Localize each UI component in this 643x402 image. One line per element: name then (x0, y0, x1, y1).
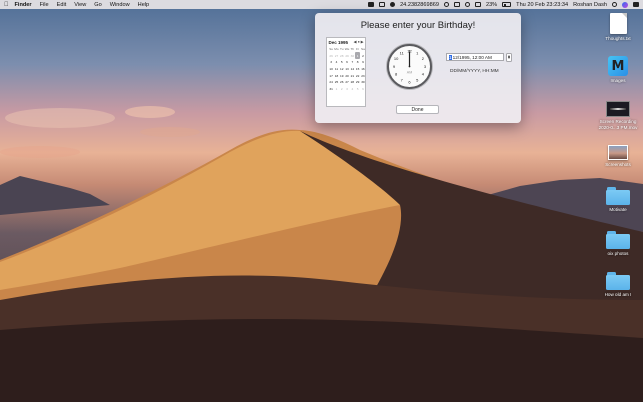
calendar-day[interactable]: 2 (360, 52, 365, 59)
calendar-prev-icon[interactable]: ◀ (354, 40, 357, 44)
video-file-icon (606, 101, 630, 117)
volume-icon[interactable] (474, 2, 481, 7)
calendar-day[interactable]: 16 (360, 66, 365, 73)
calendar-day[interactable]: 6 (360, 86, 365, 93)
notification-center-icon[interactable] (633, 2, 639, 7)
datetime-field-value: 12/1995, 12:00 AM (452, 54, 492, 60)
desktop-icon-label: How old am I (604, 292, 632, 297)
stepper-down-icon[interactable] (508, 57, 511, 60)
desktop-icon-oix-photos[interactable]: oix photos (593, 231, 643, 257)
apple-logo-icon[interactable]:  (4, 2, 9, 8)
format-hint: DD/MM/YYYY, HH:MM (450, 69, 499, 74)
desktop-icon-screen-recording[interactable]: Screen Recording 2020-0...3 PM.mov (593, 101, 643, 130)
sync-icon[interactable] (379, 2, 386, 7)
siri-icon[interactable] (622, 1, 628, 8)
dialog-title: Please enter your Birthday! (360, 20, 476, 31)
clock-numeral: 4 (422, 72, 425, 77)
desktop-icon-thoughts[interactable]: Thoughts.txt (593, 13, 643, 42)
battery-percent[interactable]: 23% (486, 2, 497, 8)
wifi-icon[interactable] (464, 2, 470, 7)
clock-period: AM (407, 71, 412, 75)
clock-numeral: 10 (394, 56, 399, 61)
clock-icon[interactable] (443, 2, 449, 7)
menu-app-name[interactable]: Finder (15, 2, 32, 8)
birthday-dialog: Please enter your Birthday! Dec 1995 ◀ ●… (315, 13, 521, 123)
datetime-field-selected: 1 (448, 54, 453, 60)
clock-numeral: 3 (424, 64, 427, 69)
clock-numeral: 1 (416, 50, 419, 55)
clock-numeral: 6 (408, 79, 411, 84)
desktop-icon-images[interactable]: M Images (593, 56, 643, 84)
calendar-month-label: Dec 1995 (328, 39, 349, 45)
menu-edit[interactable]: Edit (57, 2, 67, 8)
bluetooth-icon[interactable] (453, 2, 460, 7)
datetime-stepper[interactable] (506, 52, 512, 62)
clock-numeral: 8 (395, 72, 398, 77)
menu-bar:  Finder File Edit View Go Window Help 2… (0, 0, 643, 9)
menu-user[interactable]: Roshan Dash (573, 2, 607, 8)
battery-icon[interactable] (502, 2, 512, 7)
calendar-day[interactable]: 23 (360, 72, 365, 79)
status-area: 24.2382869869 23% Thu 20 Feb 23:23:34 Ro… (368, 1, 639, 8)
desktop-icon-label: Screenshots (605, 162, 631, 167)
menu-help[interactable]: Help (138, 2, 150, 8)
calendar-today-icon[interactable]: ● (358, 40, 360, 44)
menu-go[interactable]: Go (94, 2, 101, 8)
clock-numeral: 7 (401, 77, 404, 82)
desktop-icon-how-old-am-i[interactable]: How old am I (593, 272, 643, 298)
calendar-picker[interactable]: Dec 1995 ◀ ● ▶ Su Mo Tu We Th Fr Sa 26 27 28 29 30 1… (326, 37, 366, 107)
dropbox-icon[interactable] (390, 2, 396, 7)
folder-icon (606, 187, 630, 205)
clock-numeral: 11 (400, 50, 405, 55)
datetime-field[interactable]: 1 12/1995, 12:00 AM (446, 53, 504, 61)
desktop-icon-label: Thoughts.txt (605, 36, 631, 41)
calendar-day[interactable]: 9 (360, 59, 365, 66)
folder-icon (606, 272, 630, 290)
desktop-icon-label: Motivate (609, 207, 627, 212)
menu-view[interactable]: View (74, 2, 86, 8)
clock-numeral: 2 (422, 56, 425, 61)
analog-clock[interactable]: 123456789101112 AM (387, 44, 432, 89)
desktop-icon-label: Screen Recording 2020-0...3 PM.mov (598, 119, 638, 130)
desktop-icon-label: oix photos (607, 251, 629, 256)
status-number[interactable]: 24.2382869869 (400, 2, 439, 8)
desktop-icon-motivate[interactable]: Motivate (593, 187, 643, 213)
calendar-grid: Su Mo Tu We Th Fr Sa 26 27 28 29 30 1 2 3 4 5 6 7 8 9 10 11 12 1… (327, 45, 365, 93)
calendar-header: Dec 1995 ◀ ● ▶ (327, 38, 365, 45)
menu-file[interactable]: File (40, 2, 49, 8)
desktop-icon-screenshots[interactable]: Screenshots (593, 145, 643, 168)
menu-window[interactable]: Window (110, 2, 130, 8)
menu-datetime[interactable]: Thu 20 Feb 23:23:34 (516, 2, 568, 8)
done-button[interactable]: Done (396, 105, 439, 114)
clock-numeral: 9 (393, 64, 396, 69)
folder-icon (606, 231, 630, 249)
images-app-icon: M (608, 56, 628, 76)
calendar-weekday: Sa (361, 46, 365, 51)
calendar-next-icon[interactable]: ▶ (361, 40, 364, 44)
search-icon[interactable] (612, 2, 617, 7)
clock-numeral: 5 (416, 77, 419, 82)
lock-icon[interactable] (368, 2, 375, 7)
calendar-day[interactable]: 30 (360, 79, 365, 86)
text-document-icon (609, 13, 627, 34)
screenshot-icon (608, 145, 628, 160)
desktop-icon-label: Images (610, 78, 626, 83)
